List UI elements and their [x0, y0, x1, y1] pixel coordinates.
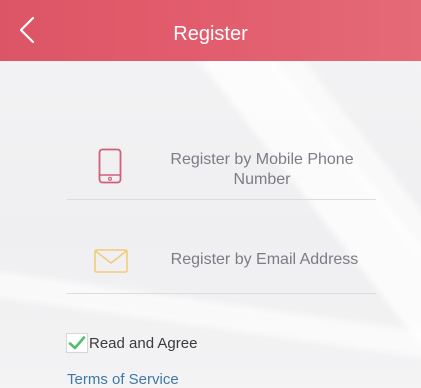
- agreement-row: Read and Agree: [66, 333, 197, 353]
- mobile-phone-icon: [98, 148, 122, 189]
- register-by-phone-label: Register by Mobile Phone Number: [170, 151, 354, 188]
- agree-label: Read and Agree: [89, 334, 198, 352]
- header-bar: Register: [0, 0, 421, 61]
- checkmark-icon: [68, 336, 86, 350]
- register-by-email-label: Register by Email Address: [170, 251, 359, 268]
- register-by-email-button[interactable]: Register by Email Address: [67, 240, 376, 278]
- register-by-phone-button[interactable]: Register by Mobile Phone Number: [67, 140, 376, 198]
- terms-of-service-link[interactable]: Terms of Service: [67, 371, 179, 388]
- divider: [67, 293, 376, 294]
- agree-checkbox[interactable]: [66, 333, 88, 353]
- divider: [67, 199, 376, 200]
- background-light-streak: [0, 263, 421, 363]
- page-title: Register: [173, 23, 248, 45]
- envelope-icon: [94, 249, 128, 278]
